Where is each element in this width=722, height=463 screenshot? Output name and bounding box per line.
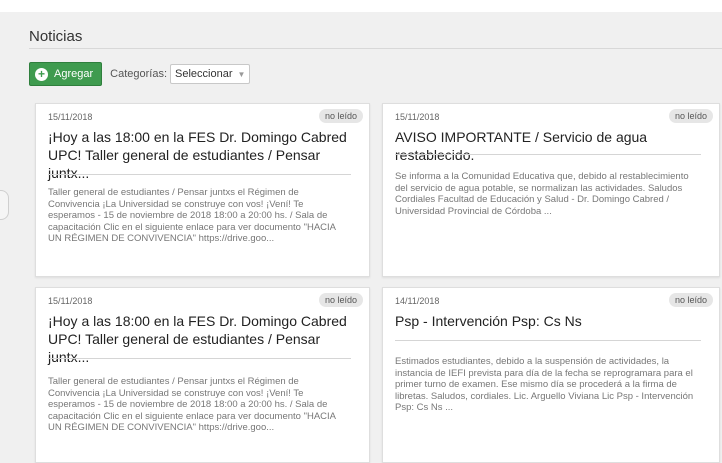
news-date: 15/11/2018 — [48, 112, 93, 122]
categories-select-value: Seleccionar — [175, 68, 233, 80]
news-excerpt: Se informa a la Comunidad Educativa que,… — [395, 171, 689, 217]
news-excerpt: Taller general de estudiantes / Pensar j… — [48, 187, 336, 244]
news-card[interactable]: 14/11/2018 no leído Psp - Intervención P… — [382, 287, 720, 463]
unread-badge: no leído — [318, 109, 363, 123]
page-title: Noticias — [29, 28, 83, 45]
chevron-down-icon: ▼ — [237, 69, 246, 79]
add-button[interactable]: + Agregar — [29, 62, 103, 86]
title-divider — [29, 48, 722, 49]
card-divider — [48, 174, 351, 175]
categories-label: Categorías: — [110, 68, 168, 80]
top-bar — [0, 0, 722, 12]
plus-circle-icon: + — [35, 67, 48, 81]
card-divider — [48, 358, 351, 359]
add-button-label: Agregar — [54, 68, 94, 80]
unread-badge: no leído — [668, 293, 713, 307]
unread-badge: no leído — [318, 293, 363, 307]
news-card[interactable]: 15/11/2018 no leído AVISO IMPORTANTE / S… — [382, 103, 720, 277]
news-page: Noticias + Agregar Categorías: Seleccion… — [0, 12, 722, 463]
news-excerpt: Estimados estudiantes, debido a la suspe… — [395, 356, 694, 413]
news-date: 14/11/2018 — [395, 296, 440, 306]
news-date: 15/11/2018 — [48, 296, 93, 306]
news-headline[interactable]: AVISO IMPORTANTE / Servicio de agua rest… — [395, 128, 707, 164]
news-card[interactable]: 15/11/2018 no leído ¡Hoy a las 18:00 en … — [35, 103, 370, 277]
news-date: 15/11/2018 — [395, 112, 440, 122]
toolbar: + Agregar Categorías: Seleccionar ▼ — [29, 62, 251, 86]
card-divider — [395, 154, 701, 155]
news-headline[interactable]: Psp - Intervención Psp: Cs Ns — [395, 312, 707, 330]
news-excerpt: Taller general de estudiantes / Pensar j… — [48, 376, 336, 433]
categories-select[interactable]: Seleccionar ▼ — [170, 64, 251, 84]
unread-badge: no leído — [668, 109, 713, 123]
card-divider — [395, 340, 701, 341]
sidebar-toggle-handle[interactable] — [0, 190, 9, 220]
news-card[interactable]: 15/11/2018 no leído ¡Hoy a las 18:00 en … — [35, 287, 370, 463]
